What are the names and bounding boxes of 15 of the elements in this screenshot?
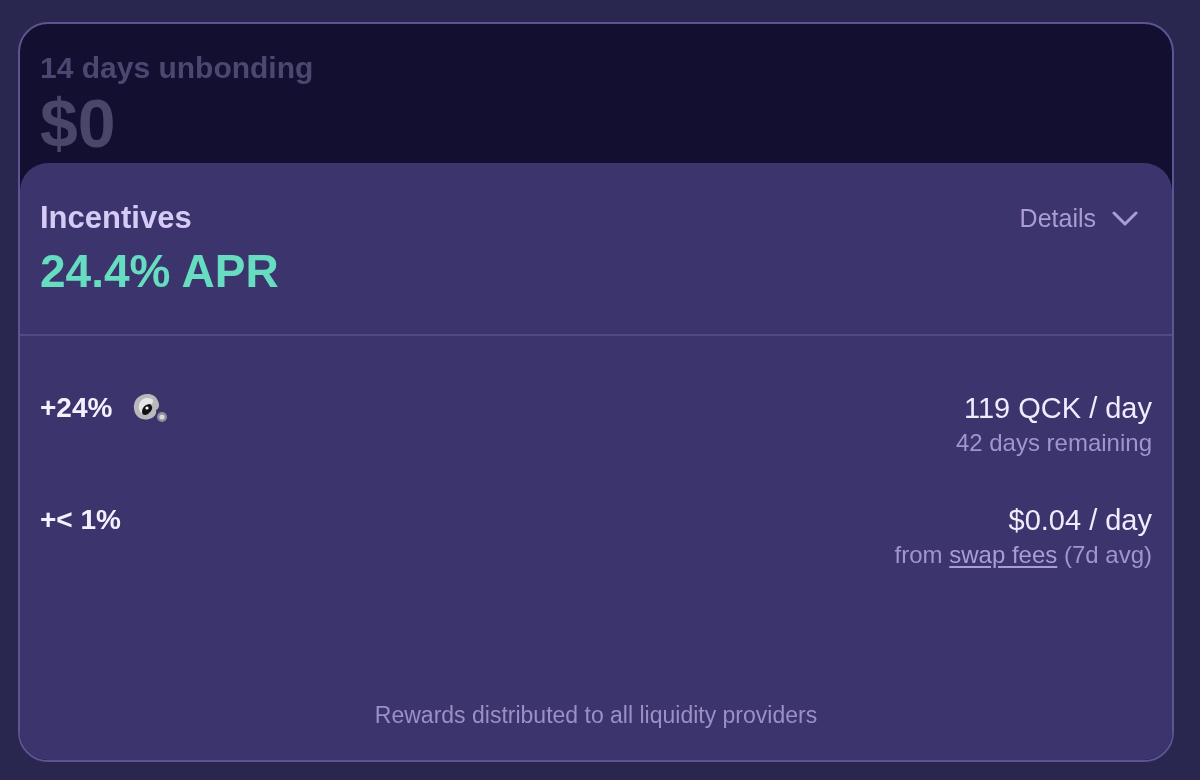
days-remaining-text: 42 days remaining bbox=[955, 429, 1152, 457]
rewards-footnote: Rewards distributed to all liquidity providers bbox=[374, 701, 818, 729]
reward-percent: +< 1% bbox=[40, 503, 121, 537]
details-button[interactable]: Details bbox=[1019, 200, 1138, 236]
chevron-down-icon bbox=[1112, 210, 1138, 226]
reward-rate: 119 QCK / day bbox=[963, 391, 1152, 425]
incentives-title: Incentives bbox=[40, 200, 192, 236]
swirl-icon bbox=[132, 392, 169, 424]
reward-rate: $0.04 / day bbox=[1008, 503, 1152, 537]
card-title: 14 days unbonding bbox=[40, 50, 314, 86]
swap-fees-link[interactable]: swap fees bbox=[949, 541, 1058, 568]
apr-value: 24.4% APR bbox=[40, 245, 279, 297]
reward-percent: +24% bbox=[40, 391, 113, 425]
fee-source-text: from swap fees (7d avg) bbox=[894, 541, 1152, 569]
amount-value: $0 bbox=[40, 94, 116, 152]
